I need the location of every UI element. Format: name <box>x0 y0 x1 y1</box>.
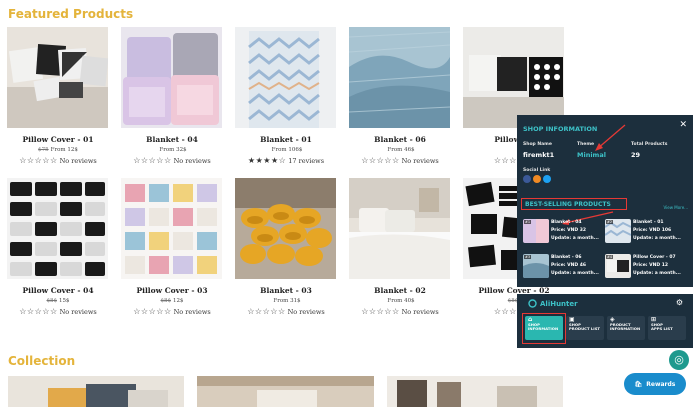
product-image[interactable] <box>121 178 222 279</box>
product-rating: ☆☆☆☆☆ No reviews <box>19 307 97 316</box>
product-card[interactable]: Blanket - 04 From 32$ ☆☆☆☆☆ No reviews <box>121 27 223 165</box>
product-image[interactable] <box>121 27 222 128</box>
product-card[interactable]: Pillow Cover - 04 $8$ 15$ ☆☆☆☆☆ No reviews <box>7 178 109 316</box>
rating-stars: ☆☆☆☆☆ <box>133 156 172 165</box>
collection-image[interactable] <box>387 376 563 407</box>
featured-products-title: Featured Products <box>8 7 134 21</box>
tab-shop-product-list[interactable]: ▣ SHOP PRODUCT LIST <box>566 316 604 340</box>
product-rating: ☆☆☆☆☆ No reviews <box>19 156 97 165</box>
rating-stars: ☆☆☆☆☆ <box>19 156 58 165</box>
product-price: From 32$ <box>159 147 187 153</box>
product-price: From 40$ <box>387 298 415 304</box>
instagram-icon[interactable] <box>533 175 541 183</box>
product-price: $8$ 15$ <box>46 298 70 304</box>
rating-stars: ☆☆☆☆☆ <box>247 307 286 316</box>
help-fab-icon[interactable]: ◎ <box>669 350 689 370</box>
product-name[interactable]: Blanket - 03 <box>235 286 337 295</box>
highlight-box <box>522 313 566 344</box>
product-image[interactable] <box>7 178 108 279</box>
product-rating: ☆☆☆☆☆ No reviews <box>133 307 211 316</box>
product-rating: ☆☆☆☆☆ No reviews <box>361 307 439 316</box>
tab-product-information[interactable]: ◈ PRODUCT INFORMATION <box>607 316 645 340</box>
product-image[interactable] <box>349 178 450 279</box>
annotation-arrow <box>595 124 626 151</box>
collection-title: Collection <box>8 354 76 368</box>
product-image[interactable] <box>235 178 336 279</box>
product-name[interactable]: Blanket - 04 <box>121 135 223 144</box>
rewards-button[interactable]: 🛍 Rewards <box>624 373 686 395</box>
product-card[interactable]: Blanket - 03 From 31$ ☆☆☆☆☆ No reviews <box>235 178 337 316</box>
facebook-icon[interactable] <box>523 175 531 183</box>
rating-stars: ☆☆☆☆☆ <box>133 307 172 316</box>
product-price: From 106$ <box>271 147 303 153</box>
product-image[interactable] <box>7 27 108 128</box>
collection-image[interactable] <box>8 376 184 407</box>
product-image[interactable] <box>463 27 564 128</box>
alihunter-brand: AliHunter <box>528 299 578 308</box>
social-link-label: Social Link <box>523 168 551 173</box>
product-card[interactable]: Pillow Cover - 03 $8$ 12$ ☆☆☆☆☆ No reviews <box>121 178 223 316</box>
product-name[interactable]: Blanket - 01 <box>235 135 337 144</box>
shop-information-panel: SHOP INFORMATION ✕ Shop Name firemkt1 Th… <box>517 115 693 287</box>
product-image[interactable] <box>235 27 336 128</box>
product-name[interactable]: Pillow Cover - 04 <box>7 286 109 295</box>
close-icon[interactable]: ✕ <box>679 120 687 130</box>
product-image[interactable] <box>349 27 450 128</box>
view-more-link[interactable]: View More... <box>664 205 689 210</box>
product-card[interactable]: Blanket - 01 From 106$ ★★★★☆ 17 reviews <box>235 27 337 165</box>
shop-name-label: Shop Name <box>523 142 552 147</box>
best-selling-title: BEST-SELLING PRODUCTS <box>525 201 611 208</box>
gift-icon: 🛍 <box>634 380 643 388</box>
product-rating: ☆☆☆☆☆ No reviews <box>247 307 325 316</box>
rating-stars: ☆☆☆☆☆ <box>19 307 58 316</box>
product-price: $8$ 12$ <box>160 298 184 304</box>
alihunter-logo-icon <box>528 299 537 308</box>
collection-image[interactable] <box>197 376 374 407</box>
best-selling-item[interactable]: #4 Pillow Cover - 07 Price: VND 12 Updat… <box>605 254 685 280</box>
product-rating: ☆☆☆☆☆ No reviews <box>133 156 211 165</box>
tab-shop-apps-list[interactable]: ⊞ SHOP APPS LIST <box>648 316 686 340</box>
product-name[interactable]: Pillow Cover - 01 <box>7 135 109 144</box>
rating-stars: ☆☆☆☆☆ <box>361 307 400 316</box>
twitter-icon[interactable] <box>543 175 551 183</box>
total-products-value: 29 <box>631 151 641 159</box>
product-price: $75 From 12$ <box>38 147 78 153</box>
product-rating: ★★★★☆ 17 reviews <box>247 156 325 165</box>
rating-stars: ☆☆☆☆☆ <box>361 156 400 165</box>
product-price: From 31$ <box>273 298 301 304</box>
product-name[interactable]: Blanket - 06 <box>349 135 451 144</box>
best-selling-item[interactable]: #3 Blanket - 06 Price: VND 46 Update: a … <box>523 254 603 280</box>
product-name[interactable]: Pillow Cover - 03 <box>121 286 223 295</box>
total-products-label: Total Products <box>631 142 668 147</box>
product-price: From 46$ <box>387 147 415 153</box>
product-card[interactable]: Blanket - 02 From 40$ ☆☆☆☆☆ No reviews <box>349 178 451 316</box>
product-name[interactable]: Blanket - 02 <box>349 286 451 295</box>
product-rating: ☆☆☆☆☆ No reviews <box>361 156 439 165</box>
best-selling-item[interactable]: #1 Blanket - 04 Price: VND 32 Update: a … <box>523 219 603 245</box>
product-card[interactable]: Pillow Cover - 01 $75 From 12$ ☆☆☆☆☆ No re… <box>7 27 109 165</box>
gear-icon[interactable]: ⚙ <box>676 298 683 307</box>
shop-name-value: firemkt1 <box>523 151 555 159</box>
product-card[interactable]: Blanket - 06 From 46$ ☆☆☆☆☆ No reviews <box>349 27 451 165</box>
rating-stars: ★★★★☆ <box>247 156 287 165</box>
best-selling-item[interactable]: #2 Blanket - 01 Price: VND 106 Update: a… <box>605 219 685 245</box>
